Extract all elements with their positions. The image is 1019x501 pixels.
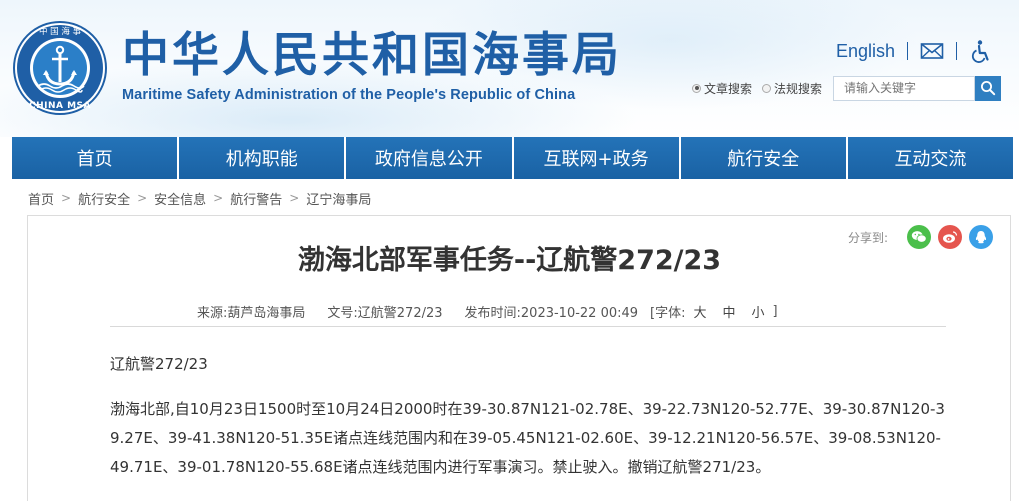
radio-law-search[interactable]: 法规搜索 <box>762 80 822 97</box>
site-header: 中 国 海 事 CHINA MSA 中华人民共和国海事局 Maritime Sa… <box>0 0 1019 137</box>
article-title: 渤海北部军事任务--辽航警272/23 <box>297 245 722 276</box>
nav-item-interaction[interactable]: 互动交流 <box>847 137 1014 179</box>
font-size-label: [字体: <box>650 305 686 321</box>
divider <box>956 42 958 60</box>
chevron-right-icon: > <box>213 191 224 205</box>
nav-item-navigation-safety[interactable]: 航行安全 <box>680 137 848 179</box>
nav-item-gov-info[interactable]: 政府信息公开 <box>346 137 514 179</box>
radio-label: 文章搜索 <box>704 81 753 96</box>
article-doc-number: 文号:辽航警272/23 <box>327 305 443 321</box>
english-link[interactable]: English <box>836 41 895 62</box>
breadcrumb: 首页 > 航行安全 > 安全信息 > 航行警告 > 辽宁海事局 <box>28 189 371 208</box>
svg-text:CHINA MSA: CHINA MSA <box>29 101 91 111</box>
radio-dot[interactable] <box>692 83 701 93</box>
font-size-medium[interactable]: 中 <box>723 302 736 321</box>
divider <box>110 326 946 327</box>
chevron-right-icon: > <box>137 191 148 205</box>
site-title-cn: 中华人民共和国海事局 <box>122 28 622 83</box>
radio-article-search[interactable]: 文章搜索 <box>692 80 752 97</box>
breadcrumb-item[interactable]: 首页 <box>28 189 54 208</box>
search-button[interactable] <box>975 75 1002 101</box>
breadcrumb-item[interactable]: 辽宁海事局 <box>306 189 371 208</box>
divider <box>907 42 909 60</box>
radio-label: 法规搜索 <box>774 81 823 96</box>
search-input[interactable] <box>833 75 976 101</box>
top-links: English <box>836 38 993 64</box>
search-area: 文章搜索 法规搜索 <box>692 75 1002 101</box>
font-size-label-close: ] <box>772 303 778 319</box>
article-paragraph: 渤海北部,自10月23日1500时至10月24日2000时在39-30.87N1… <box>110 400 945 476</box>
font-size-large[interactable]: 大 <box>694 302 707 321</box>
article-source: 来源:葫芦岛海事局 <box>197 305 306 321</box>
radio-dot[interactable] <box>762 83 772 93</box>
article-publish-time: 发布时间:2023-10-22 00:49 <box>464 305 639 321</box>
accessibility-icon[interactable] <box>969 39 993 63</box>
nav-item-internet-gov[interactable]: 互联网+政务 <box>513 137 681 179</box>
svg-text:中 国 海 事: 中 国 海 事 <box>39 26 82 37</box>
site-title-en: Maritime Safety Administration of the Pe… <box>122 87 576 103</box>
article-meta: 来源:葫芦岛海事局 文号:辽航警272/23 发布时间:2023-10-22 0… <box>197 302 778 321</box>
main-nav: 首页 机构职能 政府信息公开 互联网+政务 航行安全 互动交流 <box>12 137 1014 179</box>
china-msa-logo[interactable]: 中 国 海 事 CHINA MSA <box>12 20 108 116</box>
nav-item-functions[interactable]: 机构职能 <box>179 137 347 179</box>
font-size-small[interactable]: 小 <box>752 302 765 321</box>
search-icon <box>981 81 996 96</box>
breadcrumb-item[interactable]: 安全信息 <box>154 189 206 208</box>
breadcrumb-item[interactable]: 航行警告 <box>230 189 282 208</box>
mail-icon[interactable] <box>920 39 944 63</box>
article-paragraph: 辽航警272/23 <box>110 355 208 373</box>
chevron-right-icon: > <box>61 191 72 205</box>
breadcrumb-item[interactable]: 航行安全 <box>78 189 130 208</box>
nav-item-home[interactable]: 首页 <box>12 137 180 179</box>
chevron-right-icon: > <box>289 191 300 205</box>
